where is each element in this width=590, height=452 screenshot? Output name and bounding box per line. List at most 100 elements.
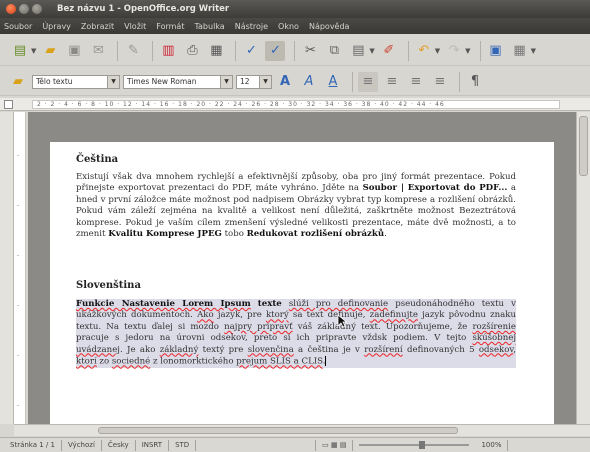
paste-dropdown-icon[interactable]: ▼ bbox=[369, 47, 374, 55]
menu-tools[interactable]: Nástroje bbox=[235, 22, 268, 31]
menu-file[interactable]: Soubor bbox=[4, 22, 32, 31]
spelling-error: Ako bbox=[197, 310, 214, 321]
redo-icon[interactable]: ↷ bbox=[444, 41, 464, 61]
menu-table[interactable]: Tabulka bbox=[194, 22, 224, 31]
vruler-tick: - bbox=[17, 402, 20, 409]
paragraph-style-select[interactable]: Tělo textu ▼ bbox=[32, 74, 120, 89]
email-icon[interactable]: ✉ bbox=[88, 41, 108, 61]
edit-file-icon[interactable]: ✎ bbox=[123, 41, 143, 61]
heading-slovak[interactable]: Slovenština bbox=[76, 280, 141, 291]
hyperlink-icon[interactable]: ▣ bbox=[486, 41, 506, 61]
paste-icon[interactable]: ▤ bbox=[348, 41, 368, 61]
text-run-bold: Kvalitu Komprese JPEG bbox=[108, 229, 222, 240]
heading-czech[interactable]: Čeština bbox=[76, 154, 118, 165]
document-page[interactable]: Čeština Existují však dva mnohem rychlej… bbox=[50, 142, 554, 424]
font-name-select[interactable]: Times New Roman ▼ bbox=[123, 74, 233, 89]
spelling-error: sociedné bbox=[111, 356, 151, 367]
formatting-toolbar: ▰ Tělo textu ▼ Times New Roman ▼ 12 ▼ A … bbox=[0, 68, 590, 96]
document-area[interactable]: Čeština Existují však dva mnohem rychlej… bbox=[28, 112, 576, 424]
menu-view[interactable]: Zobrazit bbox=[81, 22, 114, 31]
paragraph-direction-icon[interactable]: ¶ bbox=[465, 72, 485, 92]
separator bbox=[352, 71, 353, 92]
styles-formatting-icon[interactable]: ▰ bbox=[8, 72, 28, 92]
horizontal-ruler[interactable]: 2 · 2 · 4 · 6 · 8 · 10 · 12 · 14 · 16 · … bbox=[0, 98, 590, 111]
text-cursor bbox=[325, 356, 327, 367]
paragraph-slovak-selected[interactable]: Funkcie Nastavenie Lorem Ipsum texte slú… bbox=[76, 299, 516, 368]
text-run: pracuje s jedoru na úrovni odsekov, pret… bbox=[76, 333, 473, 344]
align-left-icon[interactable]: ≡ bbox=[358, 71, 378, 92]
status-page[interactable]: Stránka 1 / 1 bbox=[4, 439, 62, 451]
font-size-value: 12 bbox=[240, 77, 250, 86]
open-folder-icon[interactable]: ▰ bbox=[40, 41, 60, 61]
maximize-icon[interactable] bbox=[32, 4, 42, 14]
horizontal-scrollbar-thumb[interactable] bbox=[98, 427, 458, 434]
status-insert-mode[interactable]: INSRT bbox=[136, 439, 170, 451]
copy-icon[interactable]: ⧉ bbox=[324, 41, 344, 61]
minimize-icon[interactable] bbox=[19, 4, 29, 14]
menu-bar: Soubor Úpravy Zobrazit Vložit Formát Tab… bbox=[0, 18, 590, 34]
undo-dropdown-icon[interactable]: ▼ bbox=[435, 47, 440, 55]
table-icon[interactable]: ▦ bbox=[510, 41, 530, 61]
view-layout-icons[interactable]: ▭ ▦ ▤ bbox=[316, 439, 354, 451]
menu-help[interactable]: Nápověda bbox=[309, 22, 350, 31]
align-center-icon[interactable]: ≡ bbox=[382, 72, 402, 92]
menu-insert[interactable]: Vložit bbox=[124, 22, 146, 31]
text-run-bold: texte bbox=[257, 299, 282, 309]
status-page-style[interactable]: Výchozí bbox=[62, 439, 102, 451]
paragraph-czech[interactable]: Existují však dva mnohem rychlejší a efe… bbox=[76, 172, 516, 240]
separator bbox=[117, 40, 119, 61]
print-icon[interactable]: ⎙ bbox=[182, 41, 202, 61]
table-dropdown-icon[interactable]: ▼ bbox=[531, 47, 536, 55]
print-preview-icon[interactable]: ▦ bbox=[206, 41, 226, 61]
justify-icon[interactable]: ≡ bbox=[430, 72, 450, 92]
text-run: . bbox=[384, 229, 387, 240]
separator bbox=[294, 40, 296, 61]
zoom-slider[interactable] bbox=[359, 441, 470, 449]
vertical-scrollbar[interactable] bbox=[576, 112, 590, 424]
spelling-error: ktorí bbox=[76, 356, 97, 367]
text-run: sa text definuje, bbox=[288, 310, 370, 321]
text-run bbox=[251, 299, 258, 309]
text-run-bold: Soubor | Exportovat do PDF... bbox=[362, 183, 508, 194]
spelling-error: základný bbox=[159, 344, 199, 355]
status-spacer bbox=[196, 439, 317, 451]
status-bar: Stránka 1 / 1 Výchozí Česky INSRT STD ▭ … bbox=[0, 437, 590, 452]
font-size-select[interactable]: 12 ▼ bbox=[236, 74, 272, 89]
underline-icon[interactable]: A bbox=[323, 72, 343, 92]
spellcheck-icon[interactable]: ✓ bbox=[241, 41, 261, 61]
align-right-icon[interactable]: ≡ bbox=[406, 72, 426, 92]
undo-icon[interactable]: ↶ bbox=[414, 41, 434, 61]
spelling-error: najpry pripravť bbox=[224, 321, 293, 332]
vertical-ruler[interactable]: - - - - - - bbox=[14, 112, 26, 424]
status-selection-mode[interactable]: STD bbox=[169, 439, 197, 451]
chevron-down-icon[interactable]: ▼ bbox=[259, 75, 271, 88]
vruler-tick: - bbox=[17, 202, 20, 209]
menu-window[interactable]: Okno bbox=[278, 22, 299, 31]
menu-format[interactable]: Formát bbox=[156, 22, 184, 31]
chevron-down-icon[interactable]: ▼ bbox=[107, 75, 119, 88]
status-zoom[interactable]: 100% bbox=[475, 439, 509, 451]
text-run: textý pre bbox=[198, 344, 248, 355]
vruler-tick: - bbox=[17, 302, 20, 309]
bold-icon[interactable]: A bbox=[275, 72, 295, 92]
chevron-down-icon[interactable]: ▼ bbox=[220, 75, 232, 88]
spelling-error: zadefinujte bbox=[369, 310, 418, 321]
status-language[interactable]: Česky bbox=[102, 439, 136, 451]
italic-icon[interactable]: A bbox=[299, 72, 319, 92]
menu-edit[interactable]: Úpravy bbox=[42, 22, 71, 31]
save-icon[interactable]: ▣ bbox=[64, 41, 84, 61]
horizontal-scrollbar[interactable] bbox=[14, 424, 590, 436]
redo-dropdown-icon[interactable]: ▼ bbox=[465, 47, 470, 55]
new-dropdown-icon[interactable]: ▼ bbox=[31, 47, 36, 55]
tab-stop-selector-icon[interactable] bbox=[4, 100, 13, 109]
autospellcheck-icon[interactable]: ✓ bbox=[265, 40, 286, 61]
vertical-scrollbar-thumb[interactable] bbox=[579, 116, 588, 176]
cut-icon[interactable]: ✂ bbox=[300, 41, 320, 61]
new-document-icon[interactable]: ▤ bbox=[10, 41, 30, 61]
format-paintbrush-icon[interactable]: ✐ bbox=[379, 41, 399, 61]
zoom-slider-knob[interactable] bbox=[419, 441, 426, 449]
vruler-tick: - bbox=[17, 352, 20, 359]
export-pdf-icon[interactable]: ▥ bbox=[158, 41, 178, 61]
close-icon[interactable] bbox=[6, 4, 16, 14]
text-run: . Je ako bbox=[119, 344, 160, 355]
